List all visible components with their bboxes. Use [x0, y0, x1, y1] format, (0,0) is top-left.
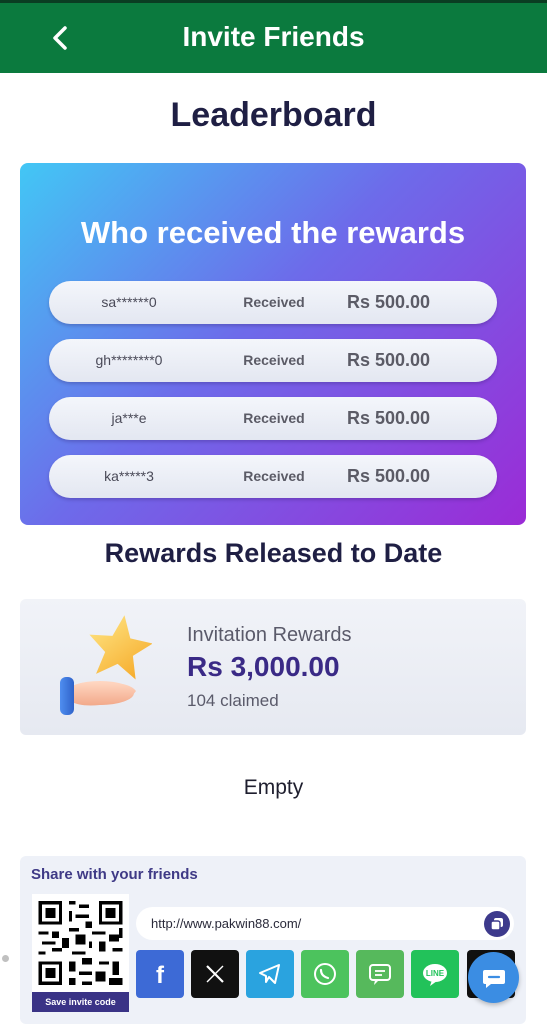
- reward-status: Received: [243, 352, 305, 368]
- share-title: Share with your friends: [31, 866, 198, 883]
- rewards-leaderboard-card: Who received the rewards sa******0 Recei…: [20, 163, 526, 525]
- leaderboard-row: ka*****3 Received Rs 500.00: [49, 455, 497, 498]
- reward-status: Received: [243, 468, 305, 484]
- x-icon: [206, 965, 224, 983]
- sms-icon: [369, 964, 391, 985]
- winner-name: gh********0: [95, 352, 163, 368]
- leaderboard-row: sa******0 Received Rs 500.00: [49, 281, 497, 324]
- leaderboard-row: ja***e Received Rs 500.00: [49, 397, 497, 440]
- reward-amount: Rs 500.00: [347, 350, 431, 370]
- leaderboard-title: Leaderboard: [170, 96, 377, 134]
- leaderboard-row: gh********0 Received Rs 500.00: [49, 339, 497, 382]
- reward-status: Received: [243, 410, 305, 426]
- whatsapp-icon: [314, 963, 336, 985]
- rewards-card-title: Who received the rewards: [80, 215, 466, 250]
- svg-text:LINE: LINE: [426, 969, 445, 978]
- copy-icon: [490, 918, 503, 931]
- reward-amount: Rs 500.00: [347, 466, 431, 486]
- line-icon: LINE: [423, 964, 447, 986]
- invitation-rewards-card: Invitation Rewards Rs 3,000.00 104 claim…: [20, 599, 526, 735]
- share-panel: Share with your friends Save invite code: [20, 856, 526, 1024]
- telegram-icon: [259, 964, 280, 984]
- share-line-button[interactable]: LINE: [411, 950, 459, 998]
- empty-state-text: Empty: [243, 776, 304, 799]
- chat-icon: [482, 969, 505, 988]
- top-app-bar: Invite Friends: [0, 0, 547, 73]
- rewards-released-title: Rewards Released to Date: [104, 538, 443, 568]
- claimed-count: 104 claimed: [187, 691, 279, 710]
- facebook-icon: f: [156, 962, 165, 987]
- share-telegram-button[interactable]: [246, 950, 294, 998]
- invitation-rewards-label: Invitation Rewards: [187, 624, 352, 646]
- svg-text:f: f: [156, 962, 165, 987]
- copy-link-button[interactable]: [484, 911, 510, 937]
- winner-name: ka*****3: [104, 468, 154, 484]
- share-x-button[interactable]: [191, 950, 239, 998]
- share-whatsapp-button[interactable]: [301, 950, 349, 998]
- invite-qr-code[interactable]: Save invite code: [32, 894, 129, 1012]
- qr-code-icon: [32, 894, 129, 992]
- share-facebook-button[interactable]: f: [136, 950, 184, 998]
- invitation-rewards-amount: Rs 3,000.00: [187, 651, 340, 682]
- reward-amount: Rs 500.00: [347, 408, 431, 428]
- reward-amount: Rs 500.00: [347, 292, 431, 312]
- side-indicator-dot: [2, 955, 9, 962]
- invite-link-field[interactable]: http://www.pakwin88.com/: [136, 907, 514, 940]
- save-invite-code-button[interactable]: Save invite code: [32, 992, 129, 1012]
- hand-star-icon: [60, 615, 152, 715]
- chat-support-button[interactable]: [468, 952, 519, 1003]
- share-sms-button[interactable]: [356, 950, 404, 998]
- winner-name: sa******0: [101, 294, 157, 310]
- winner-name: ja***e: [111, 410, 147, 426]
- page-title: Invite Friends: [182, 21, 365, 52]
- reward-status: Received: [243, 294, 305, 310]
- invite-link-text: http://www.pakwin88.com/: [151, 916, 302, 931]
